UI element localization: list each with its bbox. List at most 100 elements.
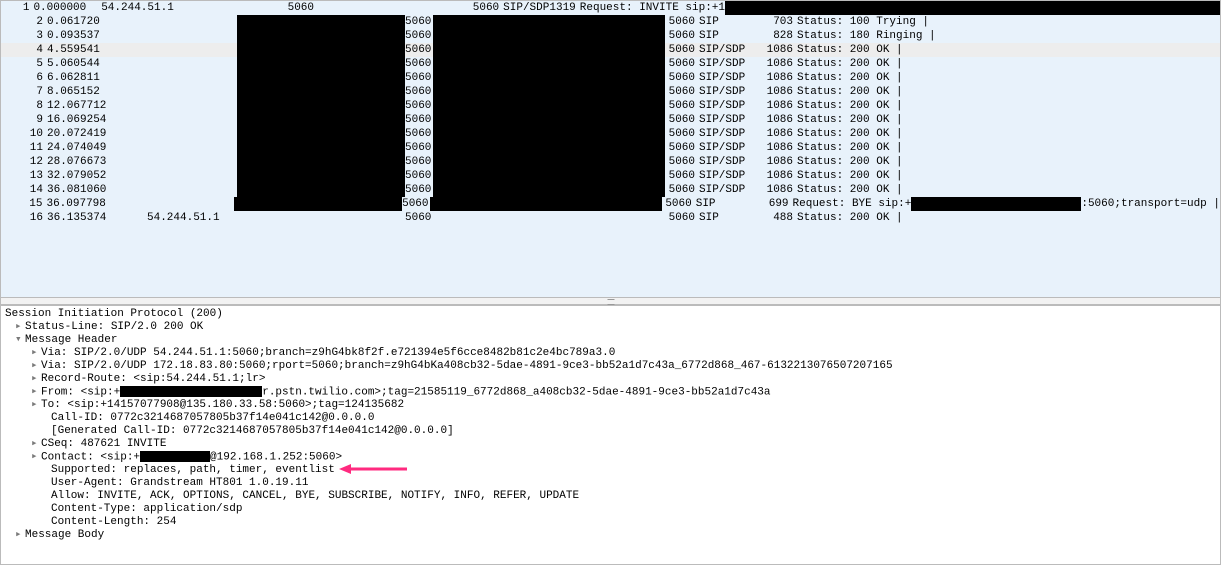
redacted-block [237, 15, 405, 29]
table-row[interactable]: 1536.09779850605060SIP699Request: BYE si… [1, 197, 1220, 211]
table-row[interactable]: 1436.08106050605060SIP/SDP1086Status: 20… [1, 183, 1220, 197]
chevron-right-icon: ▸ [15, 321, 25, 334]
src-port: 5060 [405, 211, 433, 225]
packet-number: 3 [1, 29, 47, 43]
redacted-block [433, 211, 665, 225]
table-row[interactable]: 1020.07241950605060SIP/SDP1086Status: 20… [1, 127, 1220, 141]
message-body[interactable]: ▸Message Body [1, 529, 1220, 542]
redacted-block [237, 183, 405, 197]
packet-source [147, 99, 237, 113]
packet-number: 14 [1, 183, 47, 197]
redacted-block [433, 99, 665, 113]
length: 1086 [761, 99, 797, 113]
packet-time: 36.097798 [46, 197, 145, 211]
redacted-block [433, 29, 665, 43]
table-row[interactable]: 812.06771250605060SIP/SDP1086Status: 200… [1, 99, 1220, 113]
record-route[interactable]: ▸Record-Route: <sip:54.244.51.1;lr> [1, 373, 1220, 386]
call-id[interactable]: Call-ID: 0772c3214687057805b37f14e041c14… [1, 412, 1220, 425]
length: 1086 [761, 85, 797, 99]
status-line[interactable]: ▸Status-Line: SIP/2.0 200 OK [1, 321, 1220, 334]
src-port: 5060 [288, 1, 316, 15]
packet-detail-pane[interactable]: Session Initiation Protocol (200) ▸Statu… [1, 305, 1220, 564]
redacted-block [237, 155, 405, 169]
src-port: 5060 [405, 127, 433, 141]
src-port: 5060 [405, 169, 433, 183]
packet-source [147, 169, 237, 183]
gen-call-id[interactable]: [Generated Call-ID: 0772c3214687057805b3… [1, 425, 1220, 438]
info: Status: 200 OK | [797, 141, 1220, 155]
table-row[interactable]: 1332.07905250605060SIP/SDP1086Status: 20… [1, 169, 1220, 183]
chevron-right-icon: ▸ [31, 438, 41, 451]
allow-line[interactable]: Allow: INVITE, ACK, OPTIONS, CANCEL, BYE… [1, 490, 1220, 503]
redacted-block [433, 85, 665, 99]
protocol: SIP/SDP [699, 85, 761, 99]
proto-root[interactable]: Session Initiation Protocol (200) [1, 308, 1220, 321]
table-row[interactable]: 55.06054450605060SIP/SDP1086Status: 200 … [1, 57, 1220, 71]
table-row[interactable]: 1124.07404950605060SIP/SDP1086Status: 20… [1, 141, 1220, 155]
table-row[interactable]: 30.09353750605060SIP828Status: 180 Ringi… [1, 29, 1220, 43]
table-row[interactable]: 1636.13537454.244.51.150605060SIP488Stat… [1, 211, 1220, 225]
via-1[interactable]: ▸Via: SIP/2.0/UDP 54.244.51.1:5060;branc… [1, 347, 1220, 360]
src-port: 5060 [405, 113, 433, 127]
packet-time: 24.074049 [47, 141, 147, 155]
supported-line[interactable]: Supported: replaces, path, timer, eventl… [1, 464, 1220, 477]
table-row[interactable]: 20.06172050605060SIP703Status: 100 Tryin… [1, 15, 1220, 29]
dst-port: 5060 [665, 57, 699, 71]
src-port: 5060 [405, 43, 433, 57]
protocol: SIP [699, 29, 761, 43]
packet-time: 36.135374 [47, 211, 147, 225]
chevron-right-icon: ▸ [31, 451, 41, 464]
src-port: 5060 [405, 57, 433, 71]
redacted-block [911, 197, 1081, 211]
redacted-block [237, 113, 405, 127]
packet-source: 54.244.51.1 [101, 1, 174, 15]
protocol: SIP/SDP [699, 99, 761, 113]
redacted-block [237, 43, 405, 57]
message-header[interactable]: ▾Message Header [1, 334, 1220, 347]
protocol: SIP/SDP [503, 1, 549, 15]
table-row[interactable]: 78.06515250605060SIP/SDP1086Status: 200 … [1, 85, 1220, 99]
info: Status: 200 OK | [797, 43, 1220, 57]
chevron-right-icon: ▸ [31, 347, 41, 360]
packet-source [147, 155, 237, 169]
table-row[interactable]: 66.06281150605060SIP/SDP1086Status: 200 … [1, 71, 1220, 85]
chevron-right-icon: ▸ [15, 529, 25, 542]
table-row[interactable]: 10.00000054.244.51.150605060SIP/SDP1319R… [1, 1, 1220, 15]
dst-port: 5060 [665, 155, 699, 169]
packet-source [147, 183, 237, 197]
packet-list-pane[interactable]: 10.00000054.244.51.150605060SIP/SDP1319R… [1, 1, 1220, 297]
via-2[interactable]: ▸Via: SIP/2.0/UDP 172.18.83.80:5060;rpor… [1, 360, 1220, 373]
table-row[interactable]: 44.55954150605060SIP/SDP1086Status: 200 … [1, 43, 1220, 57]
redacted-block [140, 451, 210, 462]
packet-number: 16 [1, 211, 47, 225]
contact-line[interactable]: ▸Contact: <sip:+@192.168.1.252:5060> [1, 451, 1220, 464]
user-agent-line[interactable]: User-Agent: Grandstream HT801 1.0.19.11 [1, 477, 1220, 490]
packet-number: 12 [1, 155, 47, 169]
protocol: SIP/SDP [699, 155, 761, 169]
length: 1086 [761, 169, 797, 183]
dst-port: 5060 [665, 15, 699, 29]
redacted-block [237, 127, 405, 141]
pane-splitter[interactable] [1, 297, 1220, 305]
packet-number: 5 [1, 57, 47, 71]
redacted-block [120, 386, 262, 397]
content-type-line[interactable]: Content-Type: application/sdp [1, 503, 1220, 516]
protocol: SIP [696, 197, 757, 211]
packet-source: 54.244.51.1 [147, 211, 237, 225]
redacted-block [433, 15, 665, 29]
info: Status: 200 OK | [797, 183, 1220, 197]
content-length-line[interactable]: Content-Length: 254 [1, 516, 1220, 529]
redacted-block [433, 155, 665, 169]
to-line[interactable]: ▸To: <sip:+14157077908@135.180.33.58:506… [1, 399, 1220, 412]
table-row[interactable]: 916.06925450605060SIP/SDP1086Status: 200… [1, 113, 1220, 127]
src-port: 5060 [402, 197, 430, 211]
from-line[interactable]: ▸From: <sip:+r.pstn.twilio.com>;tag=2158… [1, 386, 1220, 399]
cseq-line[interactable]: ▸CSeq: 487621 INVITE [1, 438, 1220, 451]
protocol: SIP/SDP [699, 57, 761, 71]
dst-port: 5060 [665, 141, 699, 155]
table-row[interactable]: 1228.07667350605060SIP/SDP1086Status: 20… [1, 155, 1220, 169]
packet-number: 7 [1, 85, 47, 99]
protocol: SIP/SDP [699, 113, 761, 127]
info: Status: 100 Trying | [797, 15, 1220, 29]
dst-port: 5060 [665, 29, 699, 43]
